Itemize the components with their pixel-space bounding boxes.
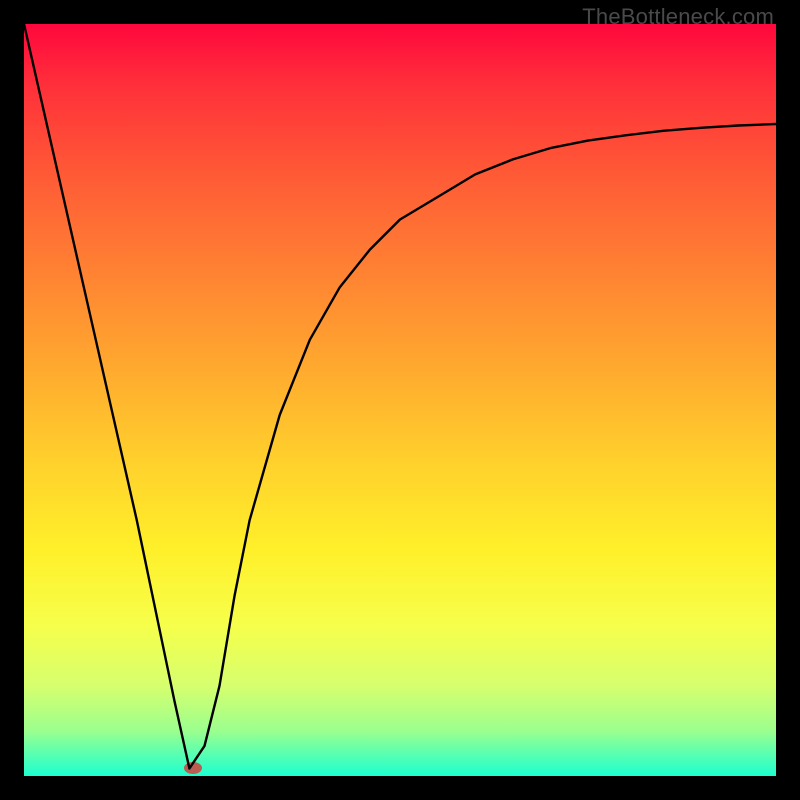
curve-svg <box>24 24 776 776</box>
bottleneck-curve <box>24 24 776 769</box>
watermark-text: TheBottleneck.com <box>582 4 774 30</box>
chart-frame: TheBottleneck.com <box>0 0 800 800</box>
plot-area <box>24 24 776 776</box>
